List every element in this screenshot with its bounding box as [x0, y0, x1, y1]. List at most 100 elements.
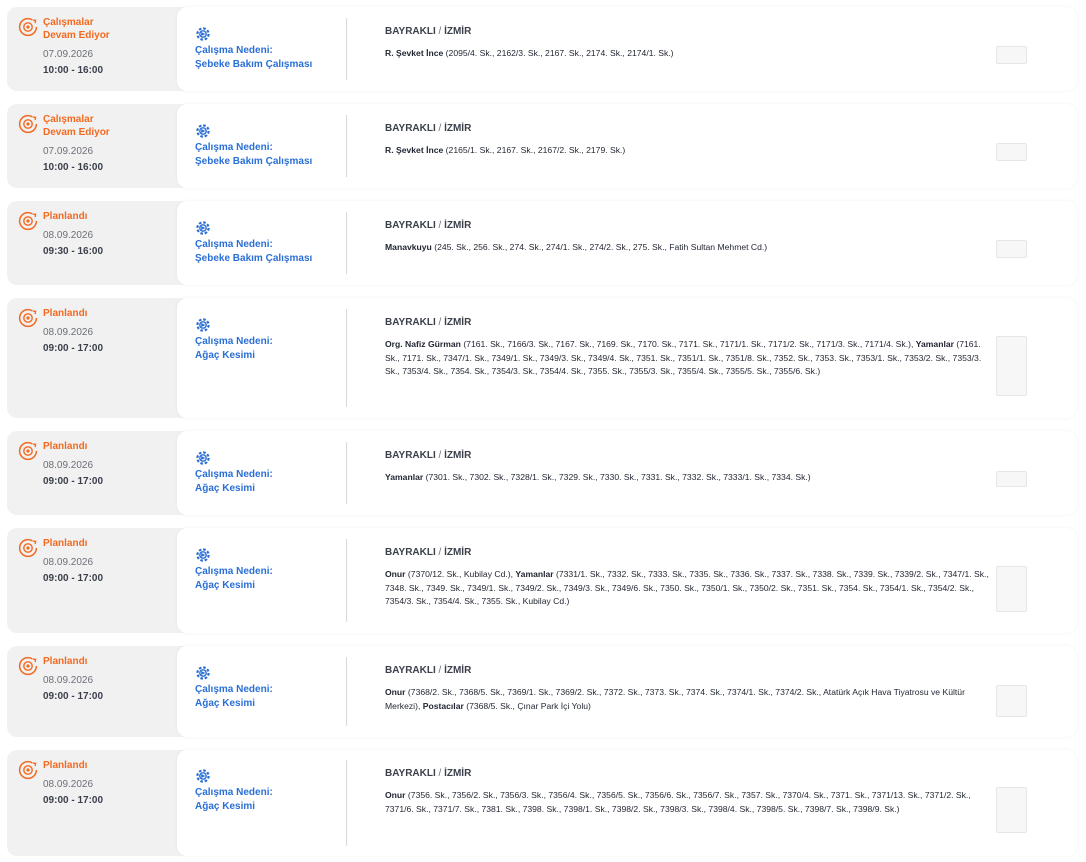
reason-label: Çalışma Nedeni: — [195, 684, 273, 695]
street-list: (2095/4. Sk., 2162/3. Sk., 2167. Sk., 21… — [445, 48, 674, 58]
reason-label: Çalışma Nedeni: — [195, 469, 273, 480]
date-text: 08.09.2026 — [43, 779, 94, 790]
street-list: (245. Sk., 256. Sk., 274. Sk., 274/1. Sk… — [434, 242, 768, 252]
district: BAYRAKLI — [385, 665, 436, 676]
vertical-divider — [346, 309, 347, 407]
reason-block: Çalışma Nedeni: Şebeke Bakım Çalışması — [195, 44, 335, 71]
gear-sync-icon — [18, 760, 38, 780]
date-text: 08.09.2026 — [43, 675, 94, 686]
affected-streets: Onur (7368/2. Sk., 7368/5. Sk., 7369/1. … — [385, 686, 993, 713]
reason-block: Çalışma Nedeni: Şebeke Bakım Çalışması — [195, 238, 335, 265]
repair-gear-icon — [195, 665, 211, 681]
vertical-divider — [346, 760, 347, 846]
reason-value: Ağaç Kesimi — [195, 349, 256, 361]
status-column: Planlandı 08.09.2026 09:00 - 17:00 — [7, 750, 179, 856]
vertical-divider — [346, 212, 347, 274]
status-column: Çalışmalar Devam Ediyor 07.09.2026 10:00 -… — [7, 104, 179, 188]
details-panel: Çalışma Nedeni: Ağaç Kesimi BAYRAKLI / İZM… — [177, 298, 1077, 418]
repair-gear-icon — [195, 317, 211, 333]
details-panel: Çalışma Nedeni: Ağaç Kesimi BAYRAKLI / İZM… — [177, 646, 1077, 737]
neighborhood-name: Onur — [385, 569, 406, 579]
status-label: Planlandı — [43, 760, 88, 771]
city: İZMİR — [444, 123, 472, 134]
location: BAYRAKLI / İZMİR — [385, 449, 471, 462]
status-column: Planlandı 08.09.2026 09:00 - 17:00 — [7, 298, 179, 418]
date-text: 08.09.2026 — [43, 557, 94, 568]
outage-card: Planlandı 08.09.2026 09:00 - 17:00 Çalışma … — [7, 431, 1077, 515]
status-column: Planlandı 08.09.2026 09:00 - 17:00 — [7, 528, 179, 633]
details-panel: Çalışma Nedeni: Ağaç Kesimi BAYRAKLI / İZM… — [177, 431, 1077, 515]
neighborhood-name: Yamanlar — [915, 339, 954, 349]
location-separator: / — [435, 317, 445, 328]
gear-sync-icon — [18, 17, 38, 37]
city: İZMİR — [444, 450, 472, 461]
date-text: 07.09.2026 — [43, 49, 94, 60]
reason-label: Çalışma Nedeni: — [195, 566, 273, 577]
district: BAYRAKLI — [385, 123, 436, 134]
details-panel: Çalışma Nedeni: Şebeke Bakım Çalışması BAY… — [177, 104, 1077, 188]
details-button[interactable] — [996, 685, 1027, 717]
street-list: (2165/1. Sk., 2167. Sk., 2167/2. Sk., 21… — [445, 145, 626, 155]
gear-sync-icon — [18, 114, 38, 134]
repair-gear-icon — [195, 26, 211, 42]
status-column: Planlandı 08.09.2026 09:30 - 16:00 — [7, 201, 179, 285]
status-label: Planlandı — [43, 211, 88, 222]
neighborhood-name: R. Şevket İnce — [385, 145, 444, 155]
time-range: 09:00 - 17:00 — [43, 476, 104, 487]
reason-value: Şebeke Bakım Çalışması — [195, 155, 313, 167]
date-text: 08.09.2026 — [43, 230, 94, 241]
city: İZMİR — [444, 26, 472, 37]
reason-value: Ağaç Kesimi — [195, 482, 256, 494]
status-label: Planlandı — [43, 656, 88, 667]
outage-card: Çalışmalar Devam Ediyor 07.09.2026 10:00 -… — [7, 104, 1077, 188]
details-button[interactable] — [996, 566, 1027, 612]
time-range: 09:00 - 17:00 — [43, 795, 104, 806]
neighborhood-name: R. Şevket İnce — [385, 48, 444, 58]
location: BAYRAKLI / İZMİR — [385, 219, 471, 232]
outage-list: Çalışmalar Devam Ediyor 07.09.2026 10:00 -… — [0, 0, 1086, 862]
reason-block: Çalışma Nedeni: Ağaç Kesimi — [195, 468, 335, 495]
details-button[interactable] — [996, 471, 1027, 487]
repair-gear-icon — [195, 768, 211, 784]
details-button[interactable] — [996, 240, 1027, 258]
neighborhood-name: Yamanlar — [385, 472, 424, 482]
details-button[interactable] — [996, 143, 1027, 161]
location-separator: / — [435, 768, 445, 779]
neighborhood-name: Onur — [385, 687, 406, 697]
time-range: 09:00 - 17:00 — [43, 691, 104, 702]
location-separator: / — [435, 547, 445, 558]
reason-block: Çalışma Nedeni: Ağaç Kesimi — [195, 335, 335, 362]
location: BAYRAKLI / İZMİR — [385, 316, 471, 329]
date-text: 08.09.2026 — [43, 327, 94, 338]
details-button[interactable] — [996, 787, 1027, 833]
district: BAYRAKLI — [385, 220, 436, 231]
location: BAYRAKLI / İZMİR — [385, 546, 471, 559]
city: İZMİR — [444, 317, 472, 328]
gear-sync-icon — [18, 308, 38, 328]
neighborhood-name: Onur — [385, 790, 406, 800]
neighborhood-name: Postacılar — [422, 700, 464, 711]
reason-value: Ağaç Kesimi — [195, 579, 256, 591]
date-text: 08.09.2026 — [43, 460, 94, 471]
reason-label: Çalışma Nedeni: — [195, 142, 273, 153]
repair-gear-icon — [195, 547, 211, 563]
neighborhood-name: Manavkuyu — [385, 242, 432, 252]
reason-value: Ağaç Kesimi — [195, 800, 256, 812]
location-separator: / — [435, 450, 445, 461]
city: İZMİR — [444, 768, 472, 779]
details-panel: Çalışma Nedeni: Ağaç Kesimi BAYRAKLI / İZM… — [177, 750, 1077, 856]
status-column: Çalışmalar Devam Ediyor 07.09.2026 10:00 -… — [7, 7, 179, 91]
details-button[interactable] — [996, 336, 1027, 396]
affected-streets: Onur (7356. Sk., 7356/2. Sk., 7356/3. Sk… — [385, 789, 993, 816]
location-separator: / — [435, 220, 445, 231]
time-range: 09:00 - 17:00 — [43, 573, 104, 584]
location-separator: / — [435, 123, 445, 134]
city: İZMİR — [444, 665, 472, 676]
neighborhood-name: Yamanlar — [515, 569, 554, 579]
vertical-divider — [346, 18, 347, 80]
details-button[interactable] — [996, 46, 1027, 64]
affected-streets: Yamanlar (7301. Sk., 7302. Sk., 7328/1. … — [385, 471, 993, 485]
street-list: (7368/5. Sk., Çınar Park İçi Yolu) — [466, 700, 591, 711]
repair-gear-icon — [195, 220, 211, 236]
reason-block: Çalışma Nedeni: Şebeke Bakım Çalışması — [195, 141, 335, 168]
